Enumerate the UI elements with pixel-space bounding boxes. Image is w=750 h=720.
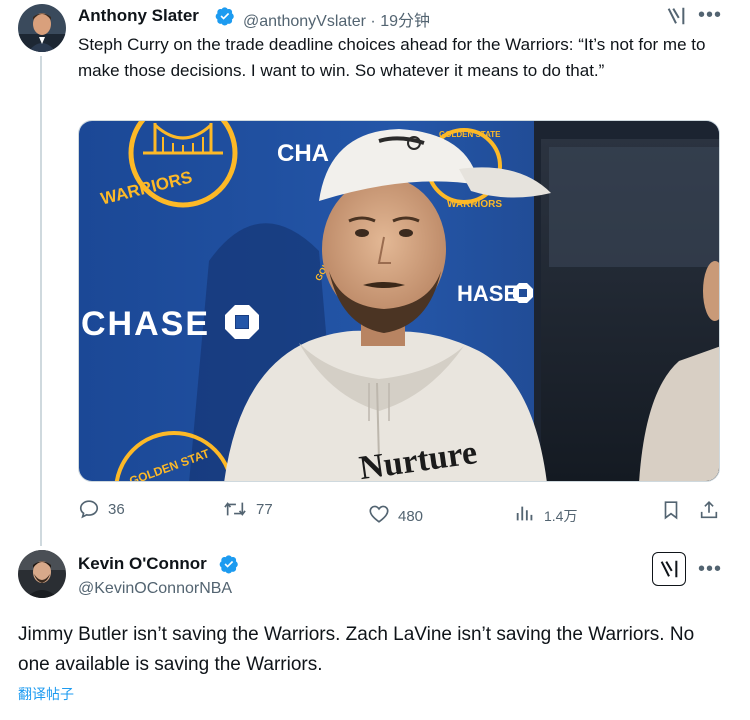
views-icon [516,506,533,521]
tweet-text-2: Jimmy Butler isn’t saving the Warriors. … [18,624,695,675]
repost-count: 77 [256,500,273,518]
share-button[interactable] [698,499,720,521]
grok-icon[interactable] [652,552,686,586]
more-options-icon-2[interactable]: ••• [698,559,722,579]
sponsor-text-left: CHASE [81,305,210,343]
bookmark-icon [664,501,678,520]
handle-and-timestamp[interactable]: @anthonyVslater · 19分钟 [243,7,430,31]
reply-count: 36 [108,500,125,518]
heart-icon [369,505,389,523]
bookmark-button[interactable] [660,499,682,521]
handle-2[interactable]: @KevinOConnorNBA [78,580,232,598]
avatar-anthony-slater[interactable] [18,4,66,52]
author-name[interactable]: Anthony Slater [78,6,199,26]
repost-button[interactable]: 77 [222,498,273,520]
verified-badge-icon [215,7,234,26]
like-button[interactable]: 480 [368,502,423,525]
share-icon [700,501,718,519]
thread-connector-line [40,56,42,546]
reply-icon [79,500,99,519]
logo-text-warriors-ring: WARRIORS [447,199,502,210]
avatar-kevin-oconnor[interactable] [18,550,66,598]
sponsor-text-top: CHA [277,140,329,167]
view-count: 1.4万 [544,508,578,524]
translate-post-link[interactable]: 翻译帖子 [18,684,74,704]
grok-icon[interactable] [664,4,688,28]
repost-icon [224,502,246,516]
chase-logo-icon [225,305,259,339]
video-thumbnail[interactable]: WARRIORS CHASE CHA GOLDEN STATE WARRIORS… [78,120,720,482]
like-count: 480 [398,508,424,525]
author-name-2[interactable]: Kevin O'Connor [78,554,207,574]
logo-text-golden-state: GOLDEN STATE [439,130,501,139]
more-options-icon[interactable]: ••• [698,5,722,25]
verified-badge-icon [219,555,238,574]
views-button[interactable]: 1.4万 [514,500,577,526]
reply-button[interactable]: 36 [78,498,125,520]
sponsor-text-right: HASE [457,281,518,306]
tweet-text: Steph Curry on the trade deadline choice… [78,35,706,80]
